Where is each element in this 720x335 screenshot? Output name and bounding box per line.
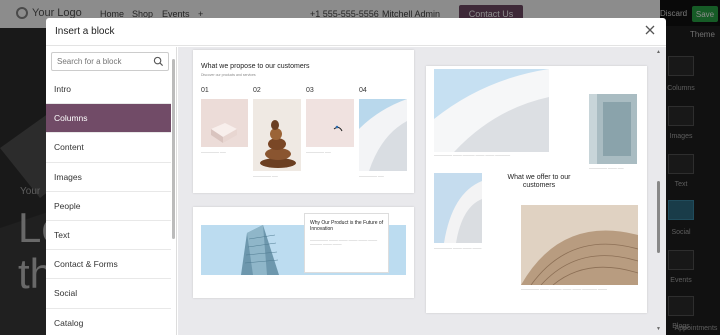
block3-caption-3: —————— ——— ——— ———	[434, 246, 482, 250]
close-icon[interactable]	[643, 23, 657, 37]
sidebar-scrollbar[interactable]	[172, 59, 175, 239]
dialog-title: Insert a block	[55, 26, 115, 37]
block3-image-bottom-right	[521, 205, 638, 285]
block-preview-area: What we propose to our customers Discove…	[178, 47, 666, 335]
block2-text-card: Why Our Product is the Future of Innovat…	[304, 213, 389, 273]
block3-image-bottom-left	[434, 173, 482, 243]
dialog-header: Insert a block	[46, 18, 666, 46]
block3-image-top-right	[589, 94, 637, 164]
block1-title: What we propose to our customers	[201, 63, 310, 70]
block1-number-4: 04	[359, 87, 367, 94]
block3-title: What we offer to our customers	[507, 174, 571, 189]
category-columns[interactable]: Columns	[46, 104, 171, 134]
category-content[interactable]: Content	[46, 133, 171, 163]
block1-caption-4: —————— ——	[359, 174, 384, 178]
block-search-input[interactable]	[57, 57, 147, 66]
category-images[interactable]: Images	[46, 163, 171, 192]
block2-title: Why Our Product is the Future of Innovat…	[310, 220, 384, 232]
block3-caption-2: —————— ——— ——	[589, 166, 624, 170]
block1-caption-3: —————— ——	[306, 150, 331, 154]
block1-caption-1: —————— ——	[201, 150, 226, 154]
block1-number-1: 01	[201, 87, 209, 94]
block1-subtitle: Discover our products and services	[201, 73, 256, 77]
block3-caption-1: —————— ——— ———— ——— ——— —————	[434, 153, 511, 157]
category-text[interactable]: Text	[46, 221, 171, 251]
category-list: Intro Columns Content Images People Text…	[46, 75, 171, 335]
preview-scrollbar[interactable]	[657, 181, 660, 253]
block2-body: —————— ——— ——— ——— ——— ——— ———— ——— ———	[310, 238, 378, 246]
category-catalog[interactable]: Catalog	[46, 309, 171, 335]
category-intro[interactable]: Intro	[46, 75, 171, 105]
scroll-up-icon[interactable]: ▲	[656, 50, 661, 55]
block1-image-3	[306, 99, 354, 147]
block1-caption-2: —————— ——	[253, 174, 278, 178]
block-preview-four-columns[interactable]: What we propose to our customers Discove…	[193, 50, 414, 193]
category-contact-forms[interactable]: Contact & Forms	[46, 250, 171, 280]
block1-number-3: 03	[306, 87, 314, 94]
category-social[interactable]: Social	[46, 279, 171, 309]
block-preview-image-text-overlap[interactable]: Why Our Product is the Future of Innovat…	[193, 207, 414, 298]
block1-image-1	[201, 99, 248, 147]
block3-image-top-left	[434, 69, 549, 152]
insert-block-dialog: Insert a block Intro Columns Content Ima…	[46, 18, 666, 335]
block1-image-4	[359, 99, 407, 171]
block3-caption-4: —————— ——— ———— ——— ——— ————— ———	[521, 287, 608, 291]
search-icon[interactable]	[153, 56, 164, 67]
scroll-down-icon[interactable]: ▼	[656, 327, 661, 332]
block1-number-2: 02	[253, 87, 261, 94]
block1-image-2	[253, 99, 301, 171]
block-category-sidebar: Intro Columns Content Images People Text…	[46, 47, 177, 335]
category-people[interactable]: People	[46, 192, 171, 221]
block-preview-offer-grid[interactable]: —————— ——— ———— ——— ——— ————— —————— ———…	[426, 66, 647, 313]
block-search-field[interactable]	[51, 52, 169, 71]
